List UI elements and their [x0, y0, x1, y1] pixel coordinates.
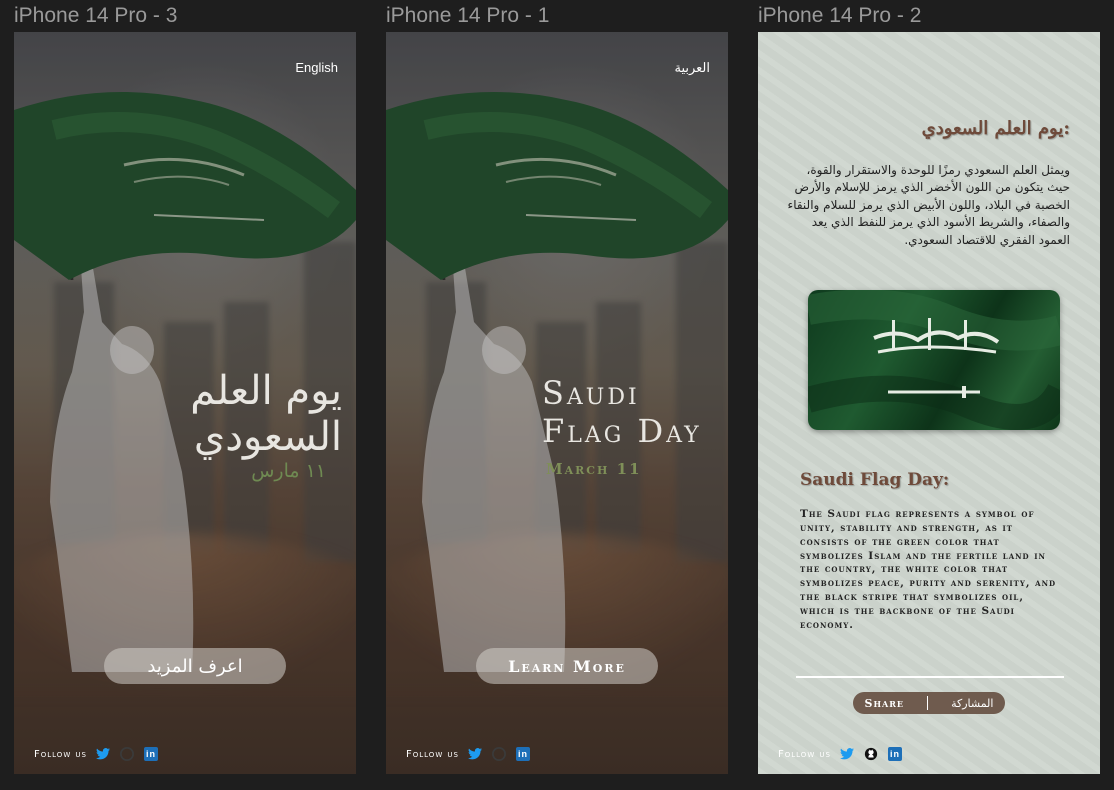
github-icon[interactable]: [491, 746, 507, 762]
github-icon[interactable]: [863, 746, 879, 762]
language-switch-arabic[interactable]: العربية: [674, 60, 710, 76]
share-separator: [927, 696, 929, 710]
frame-ar-hero: English يوم العلم السعودي ١١ مارس اعرف ا…: [14, 32, 356, 774]
hero-date: ١١ مارس: [251, 460, 326, 482]
hero-title-line1: Saudi: [542, 374, 640, 412]
language-switch-english[interactable]: English: [295, 60, 338, 75]
linkedin-icon[interactable]: in: [887, 746, 903, 762]
follow-us-bar: Follow us in: [778, 746, 903, 762]
twitter-icon[interactable]: [95, 746, 111, 762]
divider: [796, 676, 1064, 678]
hero-title: يوم العلم السعودي: [190, 368, 342, 460]
heading-arabic: يوم العلم السعودي:: [921, 118, 1070, 139]
learn-more-button[interactable]: Learn More: [476, 648, 658, 684]
follow-us-label: Follow us: [406, 748, 459, 760]
follow-us-label: Follow us: [34, 748, 87, 760]
share-label-ar[interactable]: المشاركة: [951, 697, 993, 710]
frame-label-en-hero: iPhone 14 Pro - 1: [386, 4, 550, 27]
paragraph-arabic: ويمثل العلم السعودي رمزًا للوحدة والاستق…: [787, 163, 1070, 247]
hero-title-line2: Flag Day: [542, 412, 702, 451]
hero-date: March 11: [546, 460, 642, 478]
follow-us-bar: Follow us in: [406, 746, 531, 762]
paragraph-english: The Saudi flag represents a symbol of un…: [800, 508, 1057, 631]
share-button[interactable]: Share المشاركة: [853, 692, 1005, 714]
twitter-icon[interactable]: [839, 746, 855, 762]
linkedin-icon[interactable]: in: [515, 746, 531, 762]
frame-label-ar-hero: iPhone 14 Pro - 3: [14, 4, 178, 27]
frame-details: يوم العلم السعودي: ويمثل العلم السعودي ر…: [758, 32, 1100, 774]
twitter-icon[interactable]: [467, 746, 483, 762]
linkedin-icon[interactable]: in: [143, 746, 159, 762]
frame-label-details: iPhone 14 Pro - 2: [758, 4, 922, 27]
hero-title: Saudi Flag Day: [542, 374, 728, 451]
share-label-en[interactable]: Share: [865, 697, 904, 710]
flag-emblem: [808, 290, 1060, 430]
learn-more-button[interactable]: اعرف المزيد: [104, 648, 286, 684]
heading-english: Saudi Flag Day:: [800, 470, 950, 490]
follow-us-label: Follow us: [778, 748, 831, 760]
github-icon[interactable]: [119, 746, 135, 762]
frame-en-hero: العربية Saudi Flag Day March 11 Learn Mo…: [386, 32, 728, 774]
saudi-flag-card: [808, 290, 1060, 430]
follow-us-bar: Follow us in: [34, 746, 159, 762]
